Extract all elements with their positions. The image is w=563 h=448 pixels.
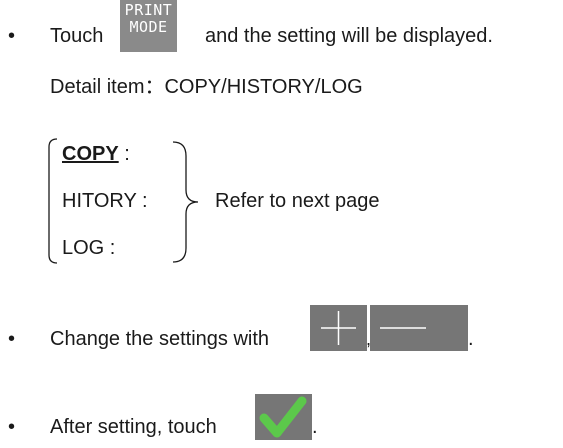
left-bracket xyxy=(48,138,58,264)
detail-item-text: Detail item：COPY/HISTORY/LOG xyxy=(50,76,363,98)
item-log-suffix: : xyxy=(104,237,116,259)
minus-button[interactable] xyxy=(370,305,468,351)
print-mode-label-line1: PRINT xyxy=(124,1,173,19)
touch-suffix-text: and the setting will be displayed. xyxy=(205,25,493,47)
change-suffix: . xyxy=(468,328,474,350)
item-hitory-suffix: : xyxy=(136,190,148,212)
plus-icon xyxy=(321,311,356,345)
confirm-button[interactable] xyxy=(255,394,312,440)
touch-prefix-text: Touch xyxy=(50,25,104,47)
minus-icon xyxy=(380,327,426,329)
bullet-dot: • xyxy=(8,416,16,438)
print-mode-label-line2: MODE xyxy=(129,18,168,36)
bullet-dot: • xyxy=(8,328,16,350)
change-settings-text: Change the settings with xyxy=(50,328,270,350)
item-hitory: HITORY : xyxy=(62,189,148,213)
item-copy-suffix: : xyxy=(118,143,130,165)
plus-button[interactable] xyxy=(310,305,367,351)
item-copy: COPY : xyxy=(62,142,130,166)
after-suffix: . xyxy=(312,416,318,438)
item-log-label: LOG xyxy=(62,237,105,259)
refer-text: Refer to next page xyxy=(215,190,380,212)
item-copy-label: COPY xyxy=(62,143,119,165)
print-mode-button[interactable]: PRINT MODE xyxy=(120,0,177,52)
checkmark-icon xyxy=(259,396,307,438)
item-hitory-label: HITORY xyxy=(62,190,137,212)
bullet-dot: • xyxy=(8,25,16,47)
after-setting-text: After setting, touch xyxy=(50,416,217,438)
right-brace xyxy=(172,141,199,263)
item-log: LOG : xyxy=(62,236,115,260)
